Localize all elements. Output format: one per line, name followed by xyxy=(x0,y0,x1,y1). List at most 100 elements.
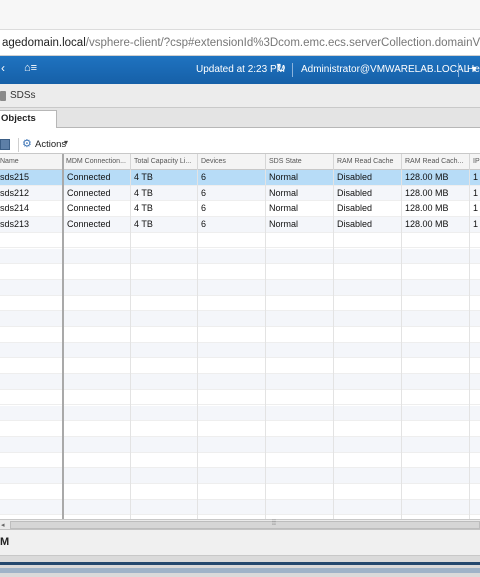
table-row[interactable]: sds212 Connected 4 TB 6 Normal Disabled … xyxy=(0,185,480,202)
column-header-total-capacity[interactable]: Total Capacity Li... xyxy=(131,154,198,170)
column-divider xyxy=(197,170,198,519)
address-bar[interactable]: agedomain.local/vsphere-client/?csp#exte… xyxy=(0,30,480,56)
table-row-empty xyxy=(0,358,480,375)
gear-icon[interactable]: ⚙ xyxy=(22,137,32,150)
taskbar-strip xyxy=(0,556,480,577)
cell-total-capacity: 4 TB xyxy=(134,219,153,230)
cell-ip: 1 xyxy=(473,187,479,198)
column-header-mdm-connection[interactable]: MDM Connection... xyxy=(63,154,131,170)
cell-name: sds213 xyxy=(0,219,30,230)
url-host: agedomain.local xyxy=(2,37,86,49)
table-row[interactable]: sds213 Connected 4 TB 6 Normal Disabled … xyxy=(0,217,480,233)
cell-devices: 6 xyxy=(201,203,207,214)
cell-total-capacity: 4 TB xyxy=(134,187,153,198)
table-row-empty xyxy=(0,233,480,249)
table-row[interactable]: sds214 Connected 4 TB 6 Normal Disabled … xyxy=(0,201,480,218)
cell-ip: 1 xyxy=(473,219,479,230)
table-row-empty xyxy=(0,405,480,422)
add-icon[interactable] xyxy=(0,139,10,150)
cell-sds-state: Normal xyxy=(269,172,299,182)
table-row-empty xyxy=(0,279,480,296)
breadcrumb-label: SDSs xyxy=(10,90,36,101)
scroll-left-arrow-icon[interactable]: ◂ xyxy=(1,521,5,529)
table-row-empty xyxy=(0,296,480,312)
user-name: Administrator@VMWARELAB.LOCAL xyxy=(301,64,469,75)
cell-ram-read-cache: Disabled xyxy=(337,187,373,198)
chevron-down-icon[interactable]: ▾ xyxy=(64,138,68,147)
cell-total-capacity: 4 TB xyxy=(134,203,153,214)
table-row-empty xyxy=(0,499,480,516)
user-menu[interactable]: Administrator@VMWARELAB.LOCAL ▾ xyxy=(301,64,477,75)
toolbar-divider xyxy=(18,138,19,152)
help-menu[interactable]: He xyxy=(467,64,480,75)
table-row-empty xyxy=(0,453,480,469)
cell-mdm-connection: Connected xyxy=(67,219,111,230)
table-row-empty xyxy=(0,484,480,500)
cell-ram-read-cache: Disabled xyxy=(337,172,373,182)
column-divider xyxy=(265,170,266,519)
tab-bar: Objects xyxy=(0,108,480,128)
table-row-empty xyxy=(0,311,480,327)
cell-ip: 1 xyxy=(473,203,479,214)
breadcrumb: SDSs xyxy=(0,84,480,108)
column-header-devices[interactable]: Devices xyxy=(198,154,266,170)
toolbar: ⚙ Actions ▾ xyxy=(0,137,480,153)
cell-name: sds214 xyxy=(0,203,30,214)
taskbar-line xyxy=(0,562,480,565)
column-header-ram-read-cache[interactable]: RAM Read Cache xyxy=(334,154,402,170)
updated-time: Updated at 2:23 PM xyxy=(196,64,285,75)
table-header: Name MDM Connection... Total Capacity Li… xyxy=(0,154,480,170)
cell-sds-state: Normal xyxy=(269,203,299,214)
status-label: M xyxy=(0,536,10,548)
header-divider xyxy=(458,63,459,77)
frozen-column-divider[interactable] xyxy=(62,154,64,519)
cell-sds-state: Normal xyxy=(269,187,299,198)
chevron-left-icon[interactable]: ‹ xyxy=(1,61,5,75)
table-row-empty xyxy=(0,248,480,265)
header-divider xyxy=(292,63,293,77)
table-row-empty xyxy=(0,436,480,453)
cell-devices: 6 xyxy=(201,219,207,230)
cell-ip: 1 xyxy=(473,172,479,182)
cell-mdm-connection: Connected xyxy=(67,203,111,214)
sds-table: Name MDM Connection... Total Capacity Li… xyxy=(0,153,480,520)
table-row-empty xyxy=(0,264,480,280)
cell-devices: 6 xyxy=(201,172,207,182)
table-row[interactable]: sds215 Connected 4 TB 6 Normal Disabled … xyxy=(0,170,480,186)
table-row-empty xyxy=(0,342,480,359)
scrollbar-grip-icon: ⁞⁞ xyxy=(272,520,276,527)
table-row-empty xyxy=(0,390,480,406)
column-divider xyxy=(469,170,470,519)
app-header: ‹ ⌂≡ Updated at 2:23 PM ↻ Administrator@… xyxy=(0,56,480,84)
cell-mdm-connection: Connected xyxy=(67,187,111,198)
cell-sds-state: Normal xyxy=(269,219,299,230)
actions-button[interactable]: Actions xyxy=(35,139,66,150)
table-row-empty xyxy=(0,327,480,343)
refresh-icon[interactable]: ↻ xyxy=(276,61,286,75)
cell-ram-read-cache-size: 128.00 MB xyxy=(405,172,449,182)
column-header-name[interactable]: Name xyxy=(0,154,63,170)
url-path: /vsphere-client/?csp#extensionId%3Dcom.e… xyxy=(85,37,480,49)
cell-total-capacity: 4 TB xyxy=(134,172,153,182)
cell-ram-read-cache-size: 128.00 MB xyxy=(405,203,449,214)
table-row-empty xyxy=(0,421,480,437)
cell-mdm-connection: Connected xyxy=(67,172,111,182)
horizontal-scrollbar[interactable]: ◂ ⁞⁞ xyxy=(0,520,480,530)
taskbar-band xyxy=(0,568,480,573)
cell-devices: 6 xyxy=(201,187,207,198)
column-header-sds-state[interactable]: SDS State xyxy=(266,154,334,170)
cell-name: sds215 xyxy=(0,172,30,182)
home-menu-icon[interactable]: ⌂≡ xyxy=(24,62,37,74)
column-divider xyxy=(333,170,334,519)
tab-objects[interactable]: Objects xyxy=(0,110,57,128)
cell-ram-read-cache: Disabled xyxy=(337,203,373,214)
column-divider xyxy=(401,170,402,519)
back-icon[interactable] xyxy=(0,91,6,101)
column-header-ram-read-cache-size[interactable]: RAM Read Cach... xyxy=(402,154,470,170)
cell-ram-read-cache-size: 128.00 MB xyxy=(405,219,449,230)
column-header-ip[interactable]: IP xyxy=(470,154,480,170)
scrollbar-thumb[interactable] xyxy=(10,521,480,529)
browser-top-strip xyxy=(0,0,480,30)
status-panel: M xyxy=(0,530,480,556)
table-row-empty xyxy=(0,374,480,390)
